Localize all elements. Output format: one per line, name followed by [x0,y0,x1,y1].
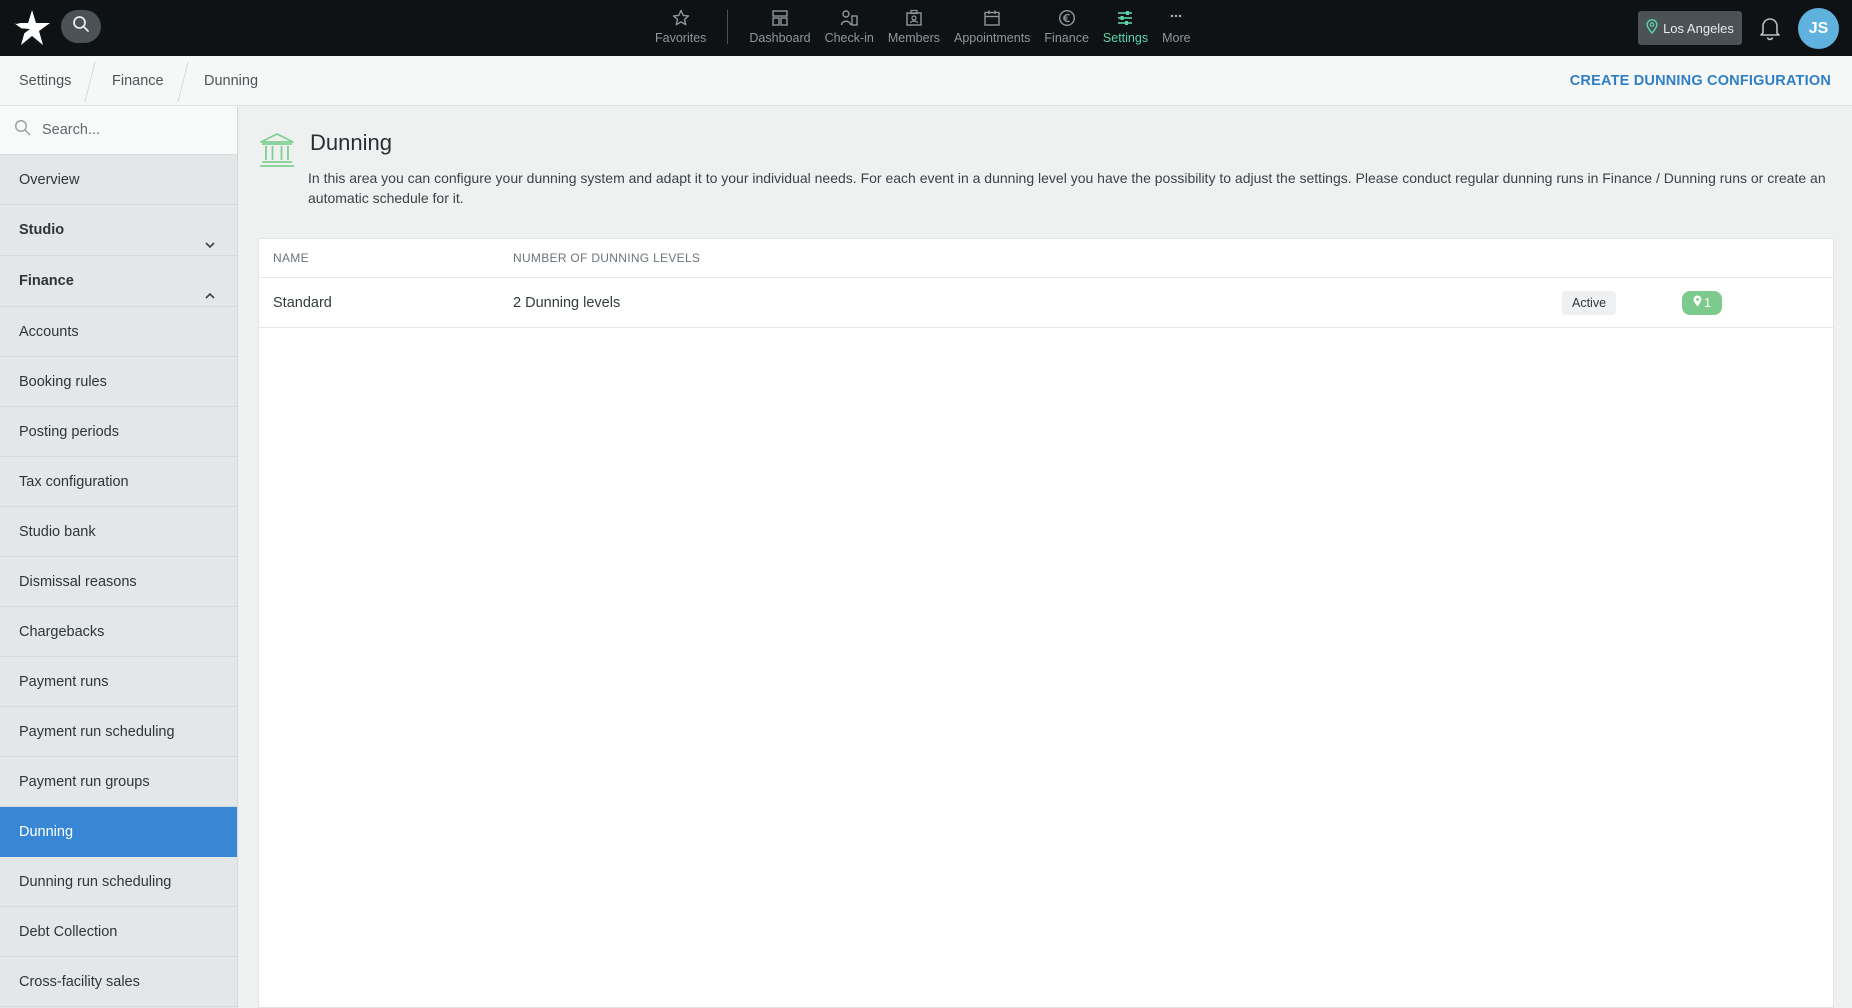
sidebar-item-label: Booking rules [19,374,107,390]
sidebar-item-label: Dunning [19,824,74,840]
settings-sidebar: Overview Studio Finance Accounts Booking… [0,106,238,1008]
calendar-icon [982,8,1002,28]
euro-icon [1057,8,1077,28]
sidebar-item-label: Overview [19,172,80,188]
sidebar-item-cross-facility-sales[interactable]: Cross-facility sales [0,957,237,1007]
sidebar-item-label: Payment run scheduling [19,724,175,740]
sidebar-item-payment-run-groups[interactable]: Payment run groups [0,757,237,807]
status-badge: Active [1562,291,1617,315]
sidebar-item-label: Dismissal reasons [19,574,137,590]
sidebar-item-dunning[interactable]: Dunning [0,807,237,857]
sidebar-item-overview[interactable]: Overview [0,155,237,205]
sidebar-search-input[interactable] [42,122,222,138]
sidebar-item-label: Accounts [19,324,79,340]
sidebar-item-payment-runs[interactable]: Payment runs [0,657,237,707]
notifications-bell-icon[interactable] [1758,15,1782,41]
location-label: Los Angeles [1663,20,1734,36]
breadcrumb-separator [176,61,190,103]
star-icon [671,8,691,28]
main-nav: Favorites Dashboard Check-in Members App… [648,0,1198,56]
sidebar-item-label: Studio [19,222,65,238]
ellipsis-icon [1166,8,1186,28]
top-navigation-bar: Favorites Dashboard Check-in Members App… [0,0,1852,56]
sidebar-item-payment-run-scheduling[interactable]: Payment run scheduling [0,707,237,757]
sidebar-item-chargebacks[interactable]: Chargebacks [0,607,237,657]
table-header: NAME NUMBER OF DUNNING LEVELS [259,239,1833,278]
nav-label: Appointments [953,31,1031,45]
search-icon [14,119,31,141]
sidebar-item-label: Dunning run scheduling [19,874,172,890]
nav-check-in[interactable]: Check-in [825,0,874,56]
nav-label: More [1162,31,1191,45]
sidebar-item-label: Payment runs [19,674,109,690]
row-name: Standard [273,295,332,311]
nav-label: Finance [1044,31,1089,45]
location-selector-button[interactable]: Los Angeles [1638,11,1742,45]
global-search-button[interactable] [61,10,101,43]
members-icon [904,8,924,28]
chevron-down-icon [203,223,217,249]
bank-building-icon [258,131,296,169]
sidebar-item-tax-configuration[interactable]: Tax configuration [0,457,237,507]
search-icon [72,15,90,38]
breadcrumb-finance[interactable]: Finance [112,56,164,106]
nav-appointments[interactable]: Appointments [954,0,1030,56]
sidebar-section-finance[interactable]: Finance [0,256,237,307]
nav-more[interactable]: More [1162,0,1191,56]
sliders-icon [1115,8,1135,28]
page-title: Dunning [310,130,392,155]
app-logo-icon[interactable] [12,8,52,48]
sidebar-item-dismissal-reasons[interactable]: Dismissal reasons [0,557,237,607]
nav-divider [727,10,729,44]
nav-settings[interactable]: Settings [1103,0,1148,56]
breadcrumb: Settings Finance Dunning CREATE DUNNING … [0,56,1852,106]
table-row[interactable]: Standard 2 Dunning levels Active 1 [259,278,1833,328]
nav-favorites[interactable]: Favorites [655,0,706,56]
sidebar-item-dunning-run-scheduling[interactable]: Dunning run scheduling [0,857,237,907]
dashboard-icon [770,8,790,28]
map-pin-icon [1693,291,1702,315]
nav-dashboard[interactable]: Dashboard [749,0,811,56]
nav-label: Favorites [655,31,707,45]
nav-label: Settings [1102,31,1149,45]
user-avatar[interactable]: JS [1798,8,1839,49]
sidebar-item-label: Posting periods [19,424,119,440]
locations-count: 1 [1703,295,1712,310]
breadcrumb-separator [83,61,97,103]
sidebar-item-accounts[interactable]: Accounts [0,307,237,357]
breadcrumb-settings[interactable]: Settings [19,56,71,106]
main-content: Dunning In this area you can configure y… [258,106,1834,1008]
sidebar-item-posting-periods[interactable]: Posting periods [0,407,237,457]
sidebar-item-studio-bank[interactable]: Studio bank [0,507,237,557]
nav-finance[interactable]: Finance [1044,0,1089,56]
sidebar-item-label: Cross-facility sales [19,974,140,990]
locations-count-badge[interactable]: 1 [1682,291,1722,315]
check-in-icon [839,8,859,28]
sidebar-item-label: Chargebacks [19,624,105,640]
chevron-up-icon [203,274,217,299]
sidebar-item-label: Tax configuration [19,474,129,490]
nav-label: Check-in [824,31,874,45]
sidebar-search [0,106,237,155]
sidebar-item-booking-rules[interactable]: Booking rules [0,357,237,407]
column-header-dunning-levels[interactable]: NUMBER OF DUNNING LEVELS [513,239,700,278]
breadcrumb-dunning: Dunning [204,73,259,89]
create-dunning-configuration-button[interactable]: CREATE DUNNING CONFIGURATION [1570,56,1831,106]
map-pin-icon [1646,19,1658,37]
sidebar-section-studio[interactable]: Studio [0,205,237,256]
nav-members[interactable]: Members [888,0,940,56]
page-description: In this area you can configure your dunn… [308,170,1826,206]
row-dunning-levels: 2 Dunning levels [513,295,621,311]
sidebar-item-label: Debt Collection [19,924,118,940]
sidebar-item-label: Studio bank [19,524,96,540]
sidebar-item-label: Payment run groups [19,774,150,790]
nav-label: Dashboard [749,31,811,45]
nav-label: Members [887,31,940,45]
sidebar-item-label: Finance [19,273,74,289]
sidebar-item-debt-collection[interactable]: Debt Collection [0,907,237,957]
dunning-configurations-table: NAME NUMBER OF DUNNING LEVELS Standard 2… [258,238,1834,1008]
column-header-name[interactable]: NAME [273,239,309,278]
